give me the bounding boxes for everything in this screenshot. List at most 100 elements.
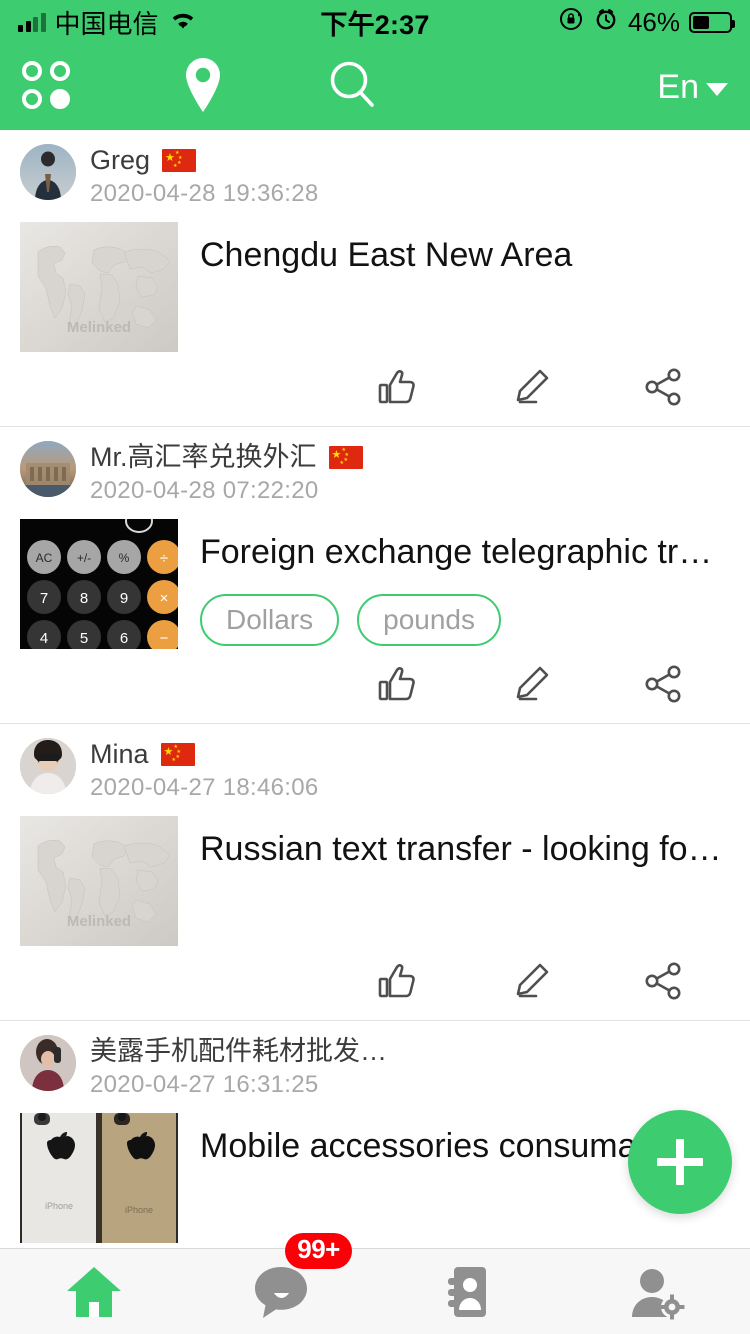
app-header: En bbox=[0, 44, 750, 130]
like-button[interactable] bbox=[331, 366, 464, 408]
alarm-icon bbox=[593, 6, 619, 39]
svg-text:8: 8 bbox=[80, 590, 88, 607]
post-content: Foreign exchange telegraphic trans... Do… bbox=[200, 519, 730, 649]
app-screen: 中国电信 下午2:37 46% En Greg ★ ★ ★ ★ ★ 2020-0… bbox=[0, 0, 750, 1334]
rotation-lock-icon bbox=[558, 6, 584, 39]
post-user-row: Mina ★ ★ ★ ★ ★ bbox=[90, 739, 319, 770]
status-bar-right: 46% bbox=[558, 6, 735, 39]
svg-text:÷: ÷ bbox=[160, 550, 168, 567]
post-username[interactable]: Mina bbox=[90, 739, 149, 770]
chat-bubble-icon bbox=[255, 1266, 308, 1318]
thumbs-up-icon bbox=[378, 667, 415, 701]
svg-text:+/-: +/- bbox=[77, 551, 91, 565]
svg-text:iPhone: iPhone bbox=[125, 1205, 153, 1215]
tab-home[interactable] bbox=[0, 1249, 188, 1334]
post-title[interactable]: Russian text transfer - looking for a... bbox=[200, 828, 730, 871]
tab-account[interactable] bbox=[563, 1249, 750, 1334]
svg-text:×: × bbox=[160, 590, 169, 607]
chevron-down-icon bbox=[706, 83, 728, 96]
post-thumbnail[interactable]: Melinked bbox=[20, 816, 178, 947]
post-title[interactable]: Foreign exchange telegraphic trans... bbox=[200, 531, 730, 574]
post-title[interactable]: Chengdu East New Area bbox=[200, 234, 730, 277]
grid-circles-icon bbox=[22, 61, 74, 113]
like-button[interactable] bbox=[331, 960, 464, 1002]
share-button[interactable] bbox=[597, 960, 730, 1002]
post-content: Russian text transfer - looking for a... bbox=[200, 816, 730, 946]
battery-percent-label: 46% bbox=[627, 6, 680, 37]
avatar[interactable] bbox=[20, 738, 76, 795]
edit-button[interactable] bbox=[464, 960, 597, 1002]
thumbs-up-icon bbox=[378, 370, 415, 404]
plus-icon bbox=[657, 1139, 703, 1185]
tag-chip[interactable]: pounds bbox=[357, 593, 502, 646]
share-icon bbox=[645, 665, 680, 703]
location-button[interactable] bbox=[128, 56, 278, 119]
svg-text:5: 5 bbox=[80, 630, 88, 647]
bottom-nav: 99+ bbox=[0, 1233, 750, 1334]
svg-text:iPhone: iPhone bbox=[45, 1201, 73, 1211]
share-button[interactable] bbox=[597, 663, 730, 705]
account-settings-icon bbox=[632, 1268, 685, 1319]
post-item[interactable]: Mina ★ ★ ★ ★ ★ 2020-04-27 18:46:06 Melin… bbox=[0, 724, 750, 1022]
language-selector[interactable]: En bbox=[657, 68, 728, 107]
status-bar: 中国电信 下午2:37 46% bbox=[0, 0, 750, 44]
post-body: Melinked Russian text transfer - looking… bbox=[20, 816, 730, 947]
edit-button[interactable] bbox=[464, 366, 597, 408]
carrier-label: 中国电信 bbox=[54, 8, 159, 39]
post-body: iPhone iPhone Mobile accessories consuma… bbox=[20, 1113, 730, 1244]
share-button[interactable] bbox=[597, 366, 730, 408]
post-username[interactable]: Greg bbox=[90, 145, 150, 176]
post-tags: Dollars pounds bbox=[200, 593, 730, 646]
post-thumbnail[interactable]: AC +/-% ÷ × − 7 8 9 4 5 6 bbox=[20, 519, 178, 650]
post-header: Mr.高汇率兑换外汇 ★ ★ ★ ★ ★ 2020-04-28 07:22:20 bbox=[20, 441, 730, 505]
create-post-fab[interactable] bbox=[628, 1110, 732, 1214]
post-thumbnail[interactable]: iPhone iPhone bbox=[20, 1113, 178, 1244]
language-label: En bbox=[657, 67, 699, 106]
post-user-row: 美露手机配件耗材批发… bbox=[90, 1036, 387, 1067]
post-content: Chengdu East New Area bbox=[200, 222, 730, 352]
post-body: Melinked Chengdu East New Area bbox=[20, 222, 730, 353]
post-header: 美露手机配件耗材批发… 2020-04-27 16:31:25 bbox=[20, 1035, 730, 1099]
avatar[interactable] bbox=[20, 1035, 76, 1092]
post-header: Greg ★ ★ ★ ★ ★ 2020-04-28 19:36:28 bbox=[20, 144, 730, 208]
edit-button[interactable] bbox=[464, 663, 597, 705]
post-item[interactable]: Greg ★ ★ ★ ★ ★ 2020-04-28 19:36:28 Melin… bbox=[0, 130, 750, 428]
svg-text:−: − bbox=[160, 630, 169, 647]
post-user-row: Greg ★ ★ ★ ★ ★ bbox=[90, 145, 319, 176]
home-icon bbox=[66, 1266, 121, 1317]
location-pin-icon bbox=[180, 56, 226, 119]
like-button[interactable] bbox=[331, 663, 464, 705]
tag-chip[interactable]: Dollars bbox=[200, 593, 340, 646]
post-username[interactable]: 美露手机配件耗材批发… bbox=[90, 1036, 387, 1067]
post-timestamp: 2020-04-28 19:36:28 bbox=[90, 180, 319, 208]
post-timestamp: 2020-04-27 16:31:25 bbox=[90, 1071, 319, 1099]
post-meta: Greg ★ ★ ★ ★ ★ 2020-04-28 19:36:28 bbox=[90, 144, 319, 208]
post-actions bbox=[20, 352, 730, 426]
pencil-icon bbox=[516, 963, 548, 998]
post-item[interactable]: Mr.高汇率兑换外汇 ★★★★★ 2020-04-28 07:22:20 bbox=[0, 427, 750, 725]
tab-messages[interactable]: 99+ bbox=[188, 1233, 376, 1334]
svg-text:9: 9 bbox=[120, 590, 128, 607]
post-thumbnail[interactable]: Melinked bbox=[20, 222, 178, 353]
pencil-icon bbox=[516, 369, 548, 404]
post-timestamp: 2020-04-28 07:22:20 bbox=[90, 477, 319, 505]
post-actions bbox=[20, 649, 730, 723]
search-button[interactable] bbox=[278, 58, 428, 117]
status-bar-left: 中国电信 bbox=[18, 4, 198, 41]
post-meta: Mina ★ ★ ★ ★ ★ 2020-04-27 18:46:06 bbox=[90, 738, 319, 802]
post-user-row: Mr.高汇率兑换外汇 ★ ★ ★ ★ ★ bbox=[90, 442, 363, 473]
pencil-icon bbox=[516, 666, 548, 701]
share-icon bbox=[645, 368, 680, 406]
china-flag-icon: ★ ★ ★ ★ ★ bbox=[162, 149, 197, 173]
svg-text:%: % bbox=[119, 551, 130, 565]
signal-icon bbox=[18, 12, 46, 32]
thumbs-up-icon bbox=[378, 964, 415, 998]
post-timestamp: 2020-04-27 18:46:06 bbox=[90, 774, 319, 802]
avatar[interactable] bbox=[20, 144, 76, 200]
svg-text:7: 7 bbox=[40, 590, 48, 607]
post-username[interactable]: Mr.高汇率兑换外汇 bbox=[90, 442, 317, 473]
tab-contacts[interactable] bbox=[375, 1249, 563, 1334]
svg-text:4: 4 bbox=[40, 630, 48, 647]
avatar[interactable] bbox=[20, 441, 76, 498]
grid-menu-button[interactable] bbox=[22, 61, 128, 113]
